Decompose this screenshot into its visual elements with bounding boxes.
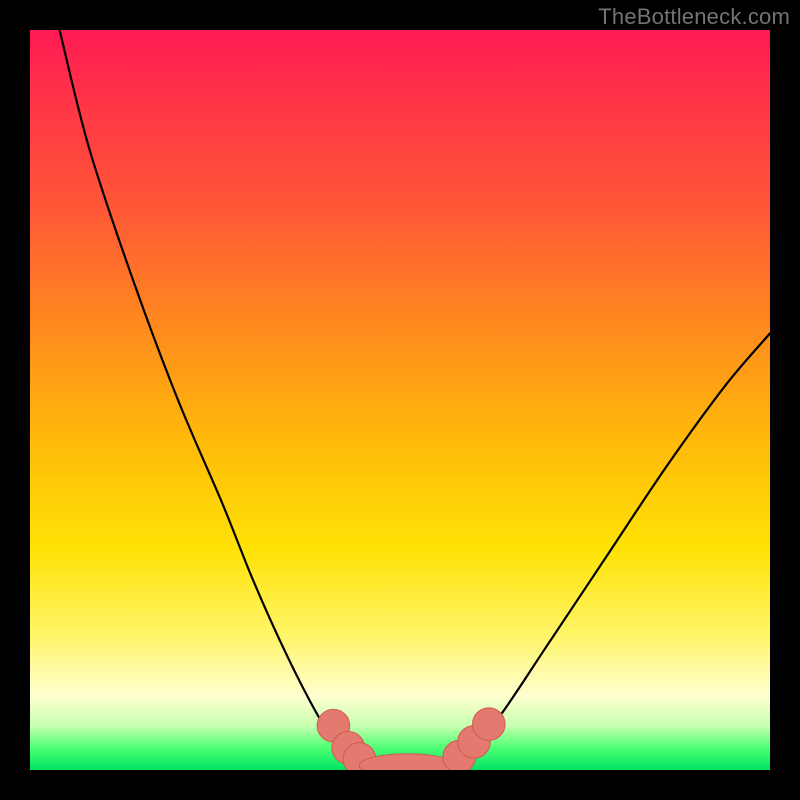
marker-group — [317, 708, 505, 770]
bottleneck-curve — [60, 30, 770, 767]
curve-layer — [30, 30, 770, 770]
outer-frame: TheBottleneck.com — [0, 0, 800, 800]
curve-marker — [473, 708, 506, 741]
curve-path — [60, 30, 770, 767]
plot-area — [30, 30, 770, 770]
attribution-text: TheBottleneck.com — [598, 4, 790, 30]
